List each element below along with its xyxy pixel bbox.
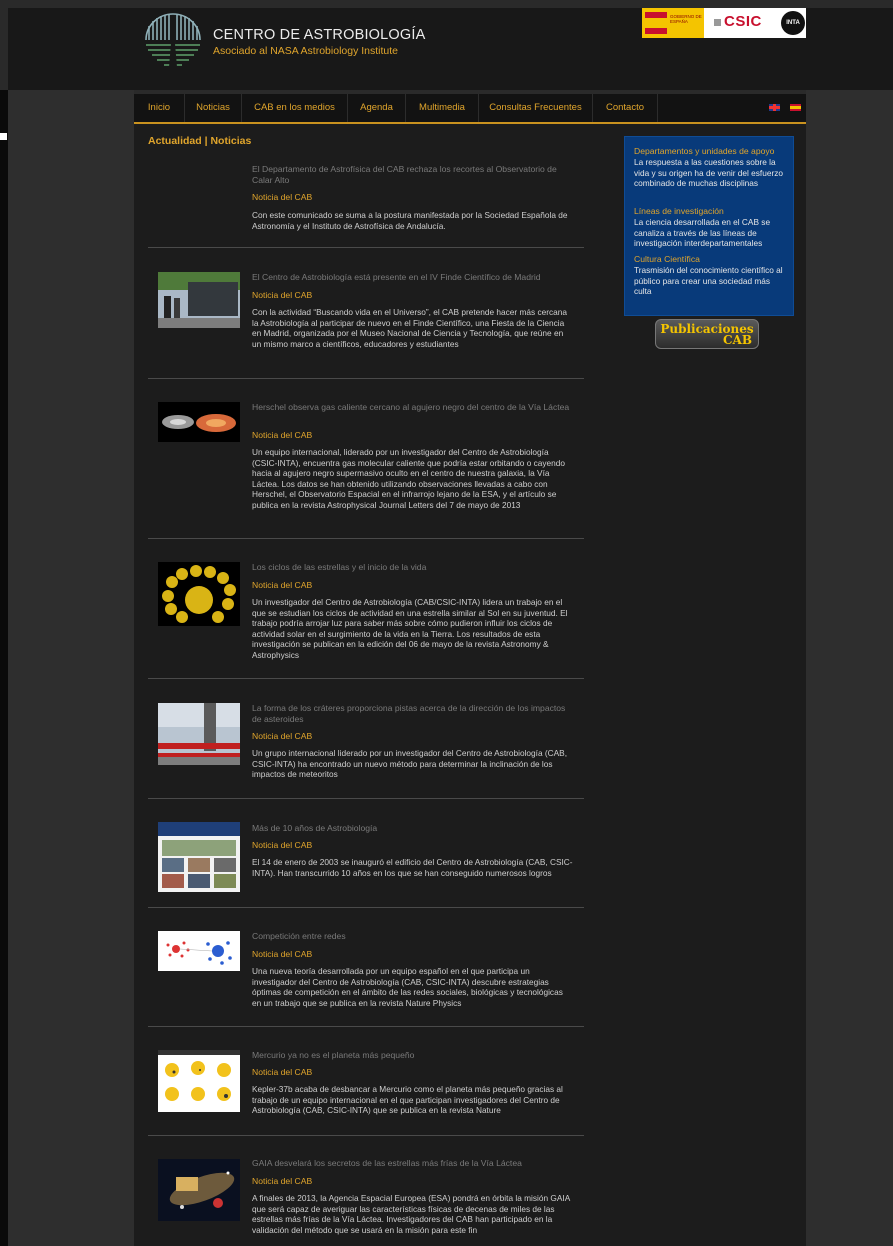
nav-agenda[interactable]: Agenda bbox=[348, 94, 406, 122]
news-item: GAIA desvelará los secretos de las estre… bbox=[148, 1136, 584, 1246]
news-item: Mercurio ya no es el planeta más pequeño… bbox=[148, 1027, 584, 1136]
news-title[interactable]: Competición entre redes bbox=[252, 931, 572, 942]
news-body: Con la actividad “Buscando vida en el Un… bbox=[252, 307, 567, 349]
news-title[interactable]: Más de 10 años de Astrobiología bbox=[252, 823, 572, 834]
news-thumbnail[interactable] bbox=[158, 931, 240, 971]
news-source: Noticia del CAB bbox=[252, 840, 313, 850]
partner-logos: GOBIERNO DE ESPAÑA CSIC INTA bbox=[642, 8, 806, 38]
news-body: Un grupo internacional liderado por un i… bbox=[252, 748, 568, 779]
news-title[interactable]: La forma de los cráteres proporciona pis… bbox=[252, 703, 572, 724]
news-thumbnail[interactable] bbox=[158, 562, 240, 626]
nav-multimedia[interactable]: Multimedia bbox=[406, 94, 479, 122]
news-body: Una nueva teoría desarrollada por un equ… bbox=[252, 966, 563, 1008]
edge-marker bbox=[0, 133, 7, 140]
news-item: El Departamento de Astrofísica del CAB r… bbox=[148, 160, 584, 248]
news-thumbnail[interactable] bbox=[158, 1050, 240, 1112]
news-source: Noticia del CAB bbox=[252, 731, 313, 741]
cab-label: CAB bbox=[722, 333, 752, 347]
inta-logo[interactable]: INTA bbox=[781, 11, 805, 35]
spain-coat-icon bbox=[645, 12, 667, 34]
gobierno-logo[interactable]: GOBIERNO DE ESPAÑA bbox=[642, 8, 704, 38]
news-title[interactable]: Herschel observa gas caliente cercano al… bbox=[252, 402, 572, 413]
section-title: Actualidad | Noticias bbox=[148, 135, 252, 147]
nav-cab-en-los-medios[interactable]: CAB en los medios bbox=[242, 94, 348, 122]
right-background bbox=[806, 90, 893, 1246]
nav-noticias[interactable]: Noticias bbox=[185, 94, 242, 122]
sidebar-heading-departamentos[interactable]: Departamentos y unidades de apoyo bbox=[634, 146, 774, 156]
news-thumbnail[interactable] bbox=[158, 1159, 240, 1221]
news-thumbnail[interactable] bbox=[158, 402, 240, 442]
news-item: Más de 10 años de Astrobiología Noticia … bbox=[148, 799, 584, 908]
nav-contacto[interactable]: Contacto bbox=[593, 94, 658, 122]
news-body: Un equipo internacional, liderado por un… bbox=[252, 447, 565, 510]
news-thumbnail[interactable] bbox=[158, 272, 240, 328]
flag-en-icon[interactable] bbox=[769, 104, 780, 111]
nav-consultas-frecuentes[interactable]: Consultas Frecuentes bbox=[479, 94, 593, 122]
cab-logo-icon[interactable] bbox=[143, 12, 203, 68]
news-source: Noticia del CAB bbox=[252, 949, 313, 959]
flag-es-icon[interactable] bbox=[790, 104, 801, 111]
main-page: Inicio Noticias CAB en los medios Agenda… bbox=[134, 94, 806, 1246]
gobierno-label: GOBIERNO DE ESPAÑA bbox=[670, 14, 702, 24]
news-source: Noticia del CAB bbox=[252, 192, 313, 202]
left-edge-strip bbox=[0, 90, 8, 1246]
news-thumbnail[interactable] bbox=[158, 703, 240, 765]
sidebar-heading-lineas[interactable]: Líneas de investigación bbox=[634, 206, 724, 216]
sidebar-info-box: Departamentos y unidades de apoyo La res… bbox=[624, 136, 794, 316]
news-source: Noticia del CAB bbox=[252, 1176, 313, 1186]
news-title[interactable]: Mercurio ya no es el planeta más pequeño bbox=[252, 1050, 572, 1061]
news-item: Los ciclos de las estrellas y el inicio … bbox=[148, 539, 584, 679]
news-item: Herschel observa gas caliente cercano al… bbox=[148, 379, 584, 539]
csic-mark-icon bbox=[714, 19, 721, 26]
news-source: Noticia del CAB bbox=[252, 290, 313, 300]
news-source: Noticia del CAB bbox=[252, 1067, 313, 1077]
news-body: Un investigador del Centro de Astrobiolo… bbox=[252, 597, 568, 660]
nav-inicio[interactable]: Inicio bbox=[134, 94, 185, 122]
sidebar-text-departamentos: La respuesta a las cuestiones sobre la v… bbox=[634, 157, 783, 188]
news-item: La forma de los cráteres proporciona pis… bbox=[148, 679, 584, 799]
news-body: Con este comunicado se suma a la postura… bbox=[252, 210, 568, 231]
news-thumbnail[interactable] bbox=[158, 822, 240, 892]
news-item: El Centro de Astrobiología está presente… bbox=[148, 248, 584, 379]
main-nav: Inicio Noticias CAB en los medios Agenda… bbox=[134, 94, 806, 124]
left-background bbox=[8, 90, 134, 1246]
news-title[interactable]: El Centro de Astrobiología está presente… bbox=[252, 272, 572, 283]
sidebar-text-lineas: La ciencia desarrollada en el CAB se can… bbox=[634, 217, 771, 248]
site-subtitle: Asociado al NASA Astrobiology Institute bbox=[213, 45, 399, 57]
news-source: Noticia del CAB bbox=[252, 430, 313, 440]
news-body: A finales de 2013, la Agencia Espacial E… bbox=[252, 1193, 570, 1235]
news-source: Noticia del CAB bbox=[252, 580, 313, 590]
news-body: El 14 de enero de 2003 se inauguró el ed… bbox=[252, 857, 573, 878]
news-title[interactable]: Los ciclos de las estrellas y el inicio … bbox=[252, 562, 572, 573]
news-title[interactable]: El Departamento de Astrofísica del CAB r… bbox=[252, 164, 572, 185]
site-title[interactable]: CENTRO DE ASTROBIOLOGÍA bbox=[213, 27, 425, 43]
csic-logo[interactable]: CSIC bbox=[724, 13, 762, 30]
news-body: Kepler-37b acaba de desbancar a Mercurio… bbox=[252, 1084, 563, 1115]
news-title[interactable]: GAIA desvelará los secretos de las estre… bbox=[252, 1158, 572, 1169]
news-item: Competición entre redes Noticia del CAB … bbox=[148, 908, 584, 1027]
sidebar-text-cultura: Trasmisión del conocimiento científico a… bbox=[634, 265, 783, 296]
publicaciones-cab-button[interactable]: Publicaciones CAB bbox=[655, 319, 759, 349]
sidebar-heading-cultura[interactable]: Cultura Científica bbox=[634, 254, 700, 264]
